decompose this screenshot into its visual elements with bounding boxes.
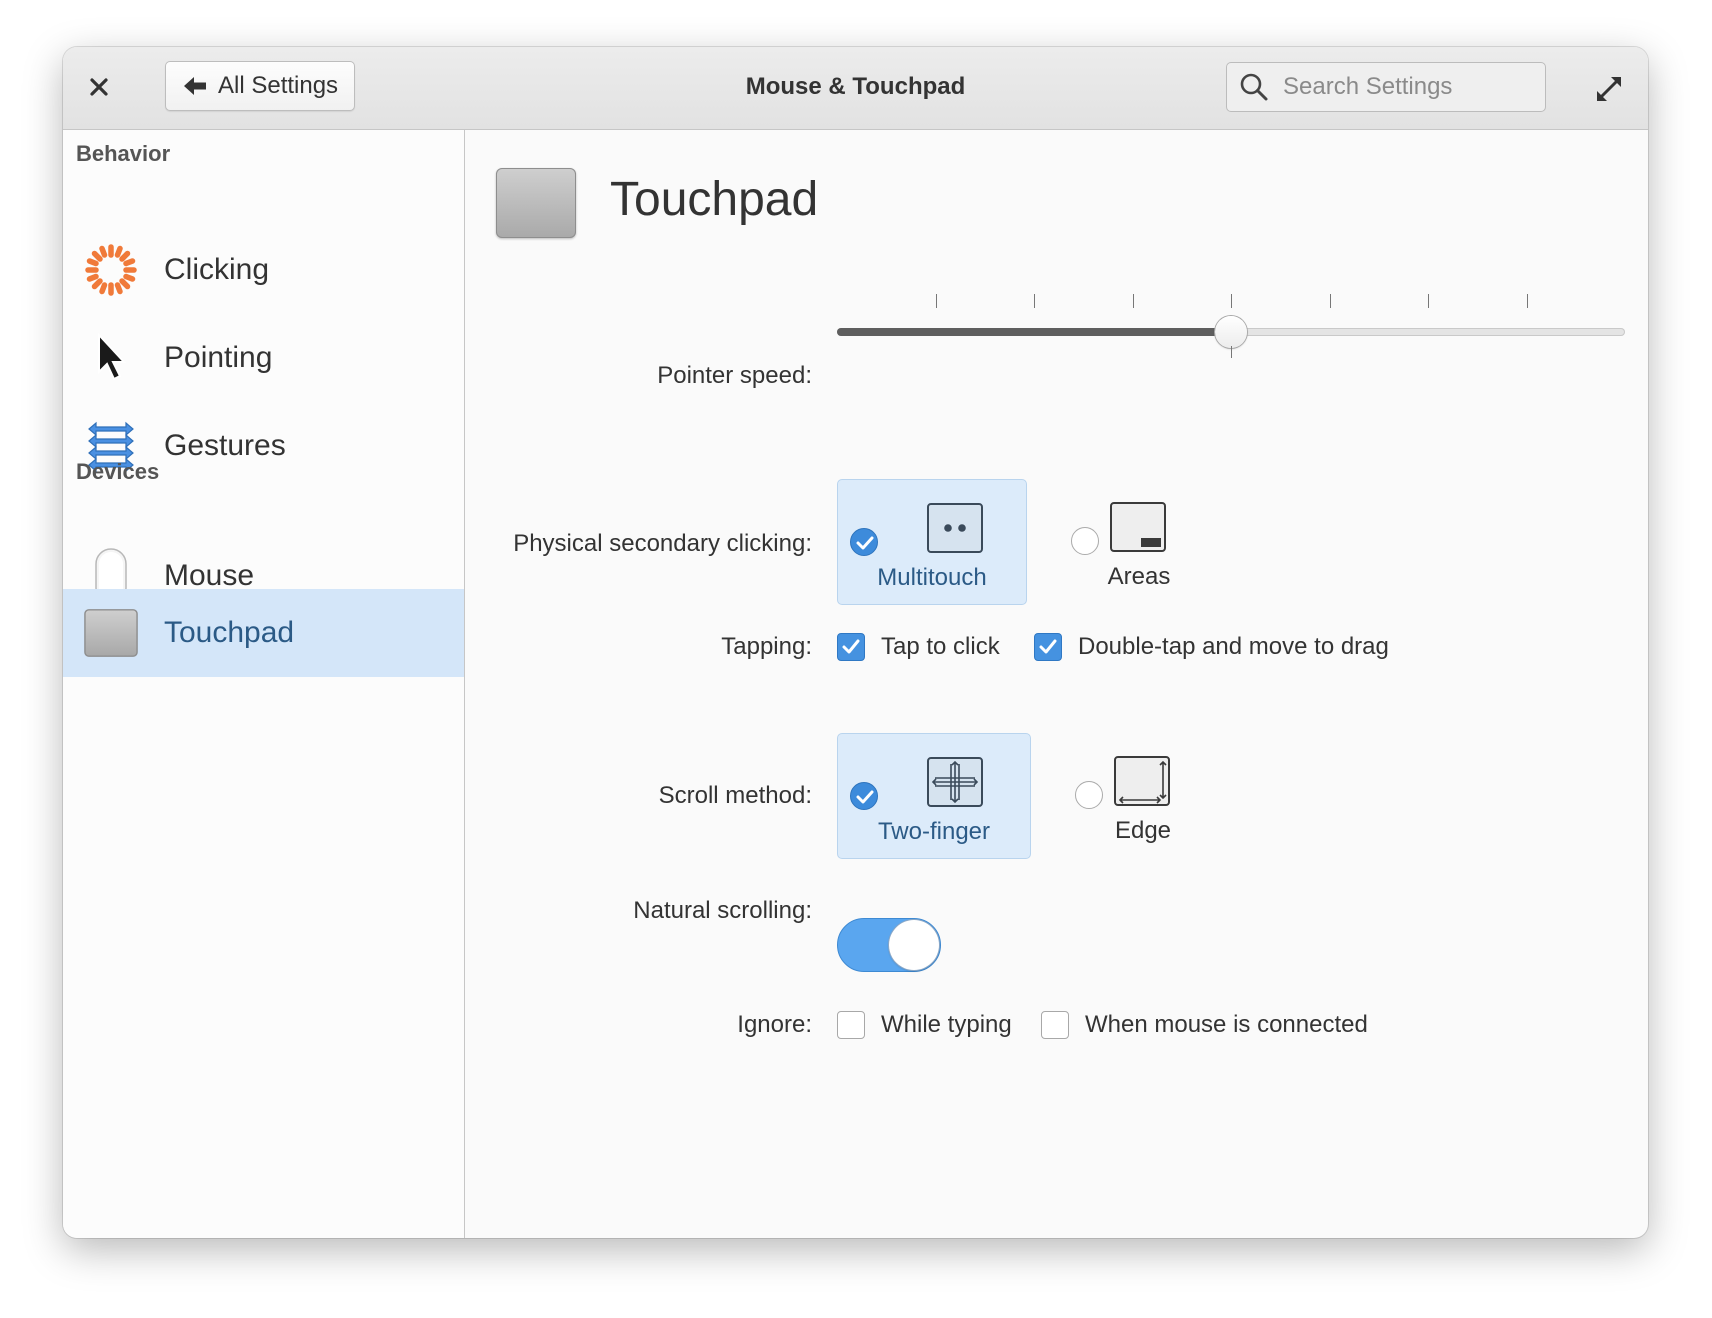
- check-icon: [1039, 639, 1057, 654]
- touchpad-icon: [83, 605, 139, 661]
- radio-checked-icon: [850, 528, 878, 556]
- sidebar-item-clicking[interactable]: Clicking: [63, 226, 464, 314]
- areas-label: Areas: [1107, 563, 1171, 590]
- slider-fill: [837, 328, 1231, 336]
- touchpad-icon: [496, 168, 576, 238]
- slider-center-mark: [1231, 346, 1232, 358]
- check-icon: [842, 639, 860, 654]
- slider-tick: [1132, 294, 1134, 308]
- slider-tick: [1526, 294, 1528, 308]
- natural-scrolling-switch[interactable]: [837, 918, 941, 972]
- search-field[interactable]: [1226, 62, 1546, 112]
- two-finger-option[interactable]: Two-finger: [837, 733, 1031, 859]
- settings-window: All Settings Mouse & Touchpad Behavior: [63, 47, 1648, 1238]
- edge-scroll-icon: [1114, 756, 1170, 806]
- mouse-connected-checkbox[interactable]: [1041, 1011, 1069, 1039]
- sidebar-item-pointing[interactable]: Pointing: [63, 314, 464, 402]
- two-finger-scroll-icon: [927, 757, 983, 807]
- tap-to-click-checkbox[interactable]: [837, 633, 865, 661]
- slider-tick: [1329, 294, 1331, 308]
- areas-icon: [1110, 502, 1166, 552]
- multitouch-option[interactable]: Multitouch: [837, 479, 1027, 605]
- sidebar-item-touchpad[interactable]: Touchpad: [63, 589, 464, 677]
- sidebar-item-label: Mouse: [164, 559, 255, 592]
- tapping-label: Tapping:: [721, 633, 812, 660]
- slider-tick: [1231, 294, 1232, 308]
- sidebar-item-label: Clicking: [164, 253, 270, 286]
- slider-tick: [1428, 294, 1429, 308]
- while-typing-label: While typing: [881, 1011, 1012, 1038]
- sidebar-item-label: Gestures: [164, 429, 286, 462]
- radio-checked-icon: [850, 782, 878, 810]
- sidebar-item-label: Pointing: [164, 341, 273, 374]
- double-tap-drag-checkbox[interactable]: [1034, 633, 1062, 661]
- multitouch-icon: [927, 503, 983, 553]
- switch-knob: [889, 920, 939, 970]
- page-title: Touchpad: [610, 173, 819, 226]
- areas-option[interactable]: Areas: [1059, 479, 1219, 605]
- clicking-icon: [83, 242, 139, 298]
- pointer-speed-label: Pointer speed:: [657, 362, 812, 389]
- radio-unchecked-icon: [1071, 527, 1099, 555]
- mouse-connected-label: When mouse is connected: [1085, 1011, 1368, 1038]
- edge-option[interactable]: Edge: [1063, 733, 1223, 859]
- pointer-icon: [83, 330, 139, 386]
- two-finger-label: Two-finger: [877, 818, 991, 845]
- search-input[interactable]: [1281, 72, 1535, 102]
- ignore-label: Ignore:: [737, 1011, 812, 1038]
- sidebar-item-label: Touchpad: [164, 616, 295, 649]
- slider-tick: [935, 294, 937, 308]
- slider-tick: [1034, 294, 1035, 308]
- maximize-icon[interactable]: [1593, 73, 1625, 105]
- radio-unchecked-icon: [1075, 781, 1103, 809]
- edge-label: Edge: [1114, 817, 1172, 844]
- sidebar-header-behavior: Behavior: [76, 141, 171, 166]
- sidebar-header-devices: Devices: [76, 459, 160, 484]
- search-icon: [1240, 73, 1268, 101]
- double-tap-drag-label: Double-tap and move to drag: [1078, 633, 1389, 660]
- header-bar: All Settings Mouse & Touchpad: [63, 47, 1648, 130]
- while-typing-checkbox[interactable]: [837, 1011, 865, 1039]
- secondary-click-label: Physical secondary clicking:: [513, 530, 812, 557]
- slider-handle[interactable]: [1215, 316, 1247, 348]
- multitouch-label: Multitouch: [877, 564, 987, 591]
- scroll-method-label: Scroll method:: [658, 782, 812, 809]
- sidebar: Behavior Clicking Pointing Gestures Devi…: [63, 130, 465, 1238]
- natural-scrolling-label: Natural scrolling:: [633, 897, 812, 924]
- content-area: Touchpad Pointer speed: Physical seconda…: [465, 130, 1648, 1238]
- tap-to-click-label: Tap to click: [881, 633, 1000, 660]
